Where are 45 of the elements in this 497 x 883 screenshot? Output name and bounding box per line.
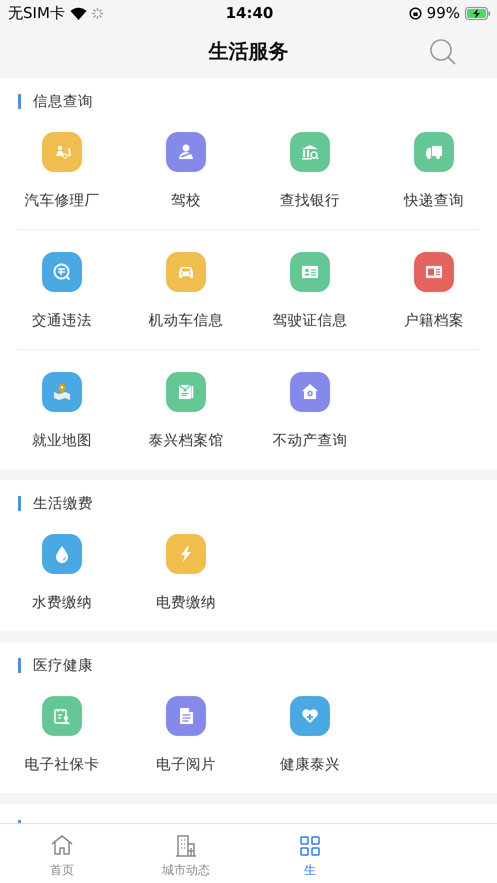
service-button[interactable]: 快递查询	[372, 110, 496, 229]
clock-time: 14:40	[226, 4, 274, 22]
magnifier-icon	[42, 252, 82, 292]
tab[interactable]: 城市动态	[124, 824, 248, 883]
page-title: 生活服务	[208, 38, 288, 64]
document-icon	[166, 696, 206, 736]
service-button[interactable]: 汽车修理厂	[0, 110, 124, 229]
loading-icon	[92, 8, 103, 18]
document-icon	[414, 252, 454, 292]
wifi-icon	[70, 6, 87, 20]
service-button[interactable]: 机动车信息	[124, 230, 248, 349]
person-icon	[166, 132, 206, 172]
service-button[interactable]: 驾驶证信息	[248, 230, 372, 349]
car-icon	[166, 252, 206, 292]
search-icon[interactable]	[429, 38, 457, 66]
id-card-icon	[290, 252, 330, 292]
tab[interactable]: 首页	[0, 824, 124, 883]
section-title: 医疗健康	[33, 656, 93, 674]
tab[interactable]: 生	[248, 824, 372, 883]
service-button[interactable]: 交通违法	[0, 230, 124, 349]
service-button[interactable]: 电子社保卡	[0, 674, 124, 793]
map-pin-icon	[42, 372, 82, 412]
clipboard-icon	[42, 696, 82, 736]
battery-charging-icon	[465, 6, 491, 20]
service-button[interactable]: 查找银行	[248, 110, 372, 229]
service-button[interactable]: 电费缴纳	[124, 512, 248, 631]
carrier-text: 无SIM卡	[8, 4, 65, 22]
service-button[interactable]: 健康泰兴	[248, 674, 372, 793]
service-button[interactable]: 不动产查询	[248, 350, 372, 469]
service-button[interactable]: 就业地图	[0, 350, 124, 469]
service-button[interactable]: 户籍档案	[372, 230, 496, 349]
envelope-icon	[166, 372, 206, 412]
service-button[interactable]: 电子阅片	[124, 674, 248, 793]
service-button[interactable]: 泰兴档案馆	[124, 350, 248, 469]
bank-icon	[290, 132, 330, 172]
section-title: 信息查询	[33, 92, 93, 110]
battery-percent: 99%	[426, 4, 460, 22]
house-icon	[290, 372, 330, 412]
rotation-lock-icon	[408, 6, 422, 20]
service-button[interactable]: 驾校	[124, 110, 248, 229]
section-title: 生活缴费	[33, 494, 93, 512]
service-button[interactable]: 水费缴纳	[0, 512, 124, 631]
truck-icon	[414, 132, 454, 172]
lightning-icon	[166, 534, 206, 574]
water-drop-icon	[42, 534, 82, 574]
